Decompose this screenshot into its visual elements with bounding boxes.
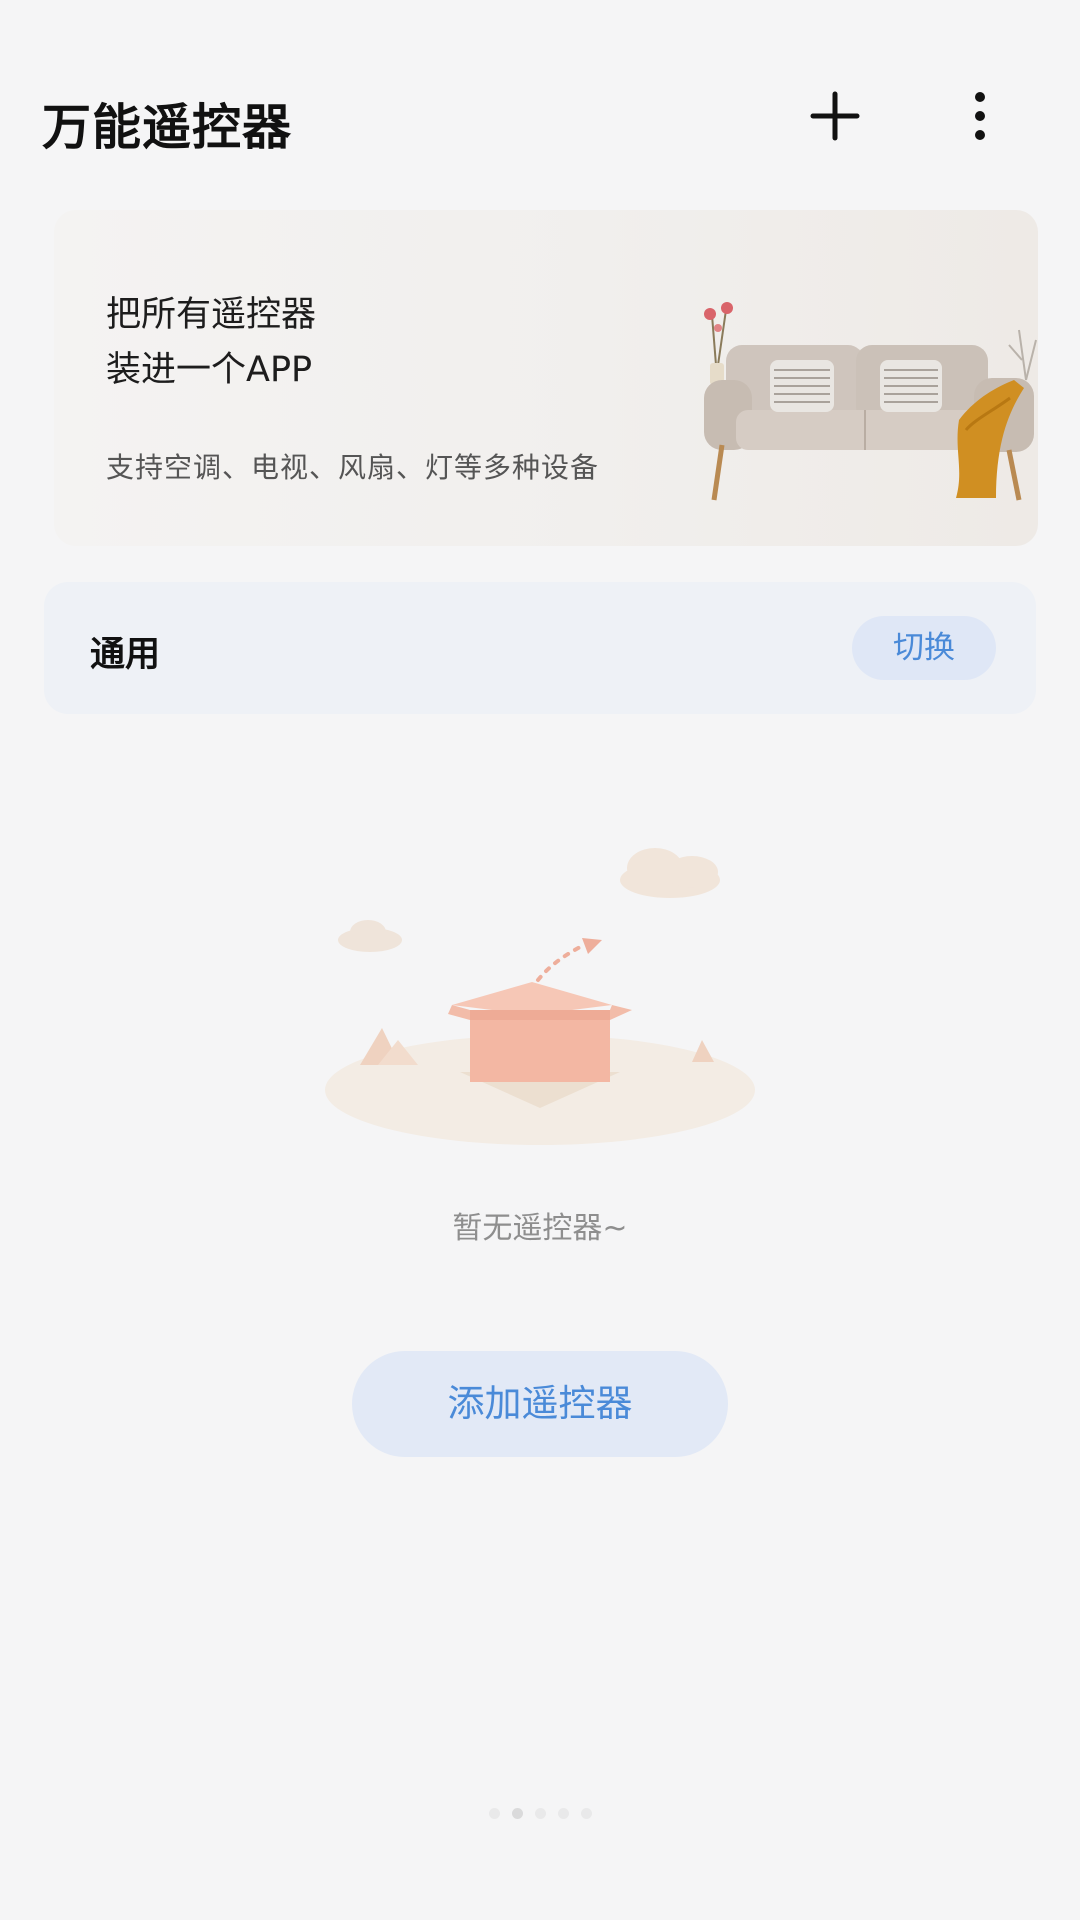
page-dot bbox=[580, 1807, 592, 1819]
banner-subtitle: 支持空调、电视、风扇、灯等多种设备 bbox=[106, 451, 600, 484]
more-vertical-icon bbox=[975, 92, 985, 140]
more-options-button[interactable] bbox=[948, 84, 1012, 148]
page-dot bbox=[534, 1807, 546, 1819]
banner-headline-line2: 装进一个APP bbox=[106, 350, 313, 390]
add-button[interactable] bbox=[803, 84, 867, 148]
category-label: 通用 bbox=[90, 635, 161, 675]
empty-state-message: 暂无遥控器~ bbox=[452, 1211, 628, 1246]
plus-icon bbox=[810, 91, 860, 141]
banner-headline-line1: 把所有遥控器 bbox=[106, 295, 317, 335]
app-root: 万能遥控器 把所有遥控器 装进一个APP 支持空调、电视、风扇、灯等多种设备 通… bbox=[0, 0, 1080, 1920]
page-dot bbox=[488, 1807, 500, 1819]
header: 万能遥控器 bbox=[0, 0, 1080, 200]
switch-button[interactable]: 切换 bbox=[852, 616, 996, 680]
promo-banner[interactable]: 把所有遥控器 装进一个APP 支持空调、电视、风扇、灯等多种设备 bbox=[54, 210, 1038, 546]
page-title: 万能遥控器 bbox=[42, 99, 293, 156]
page-indicator bbox=[0, 1806, 1080, 1820]
page-dot-active bbox=[511, 1807, 523, 1819]
add-remote-button[interactable]: 添加遥控器 bbox=[352, 1351, 728, 1457]
page-dot bbox=[557, 1807, 569, 1819]
remote-category-card: 通用 切换 bbox=[44, 582, 1036, 714]
sofa-illustration bbox=[704, 302, 1037, 501]
banner-headline: 把所有遥控器 装进一个APP bbox=[106, 288, 316, 398]
empty-box-illustration bbox=[325, 848, 755, 1145]
